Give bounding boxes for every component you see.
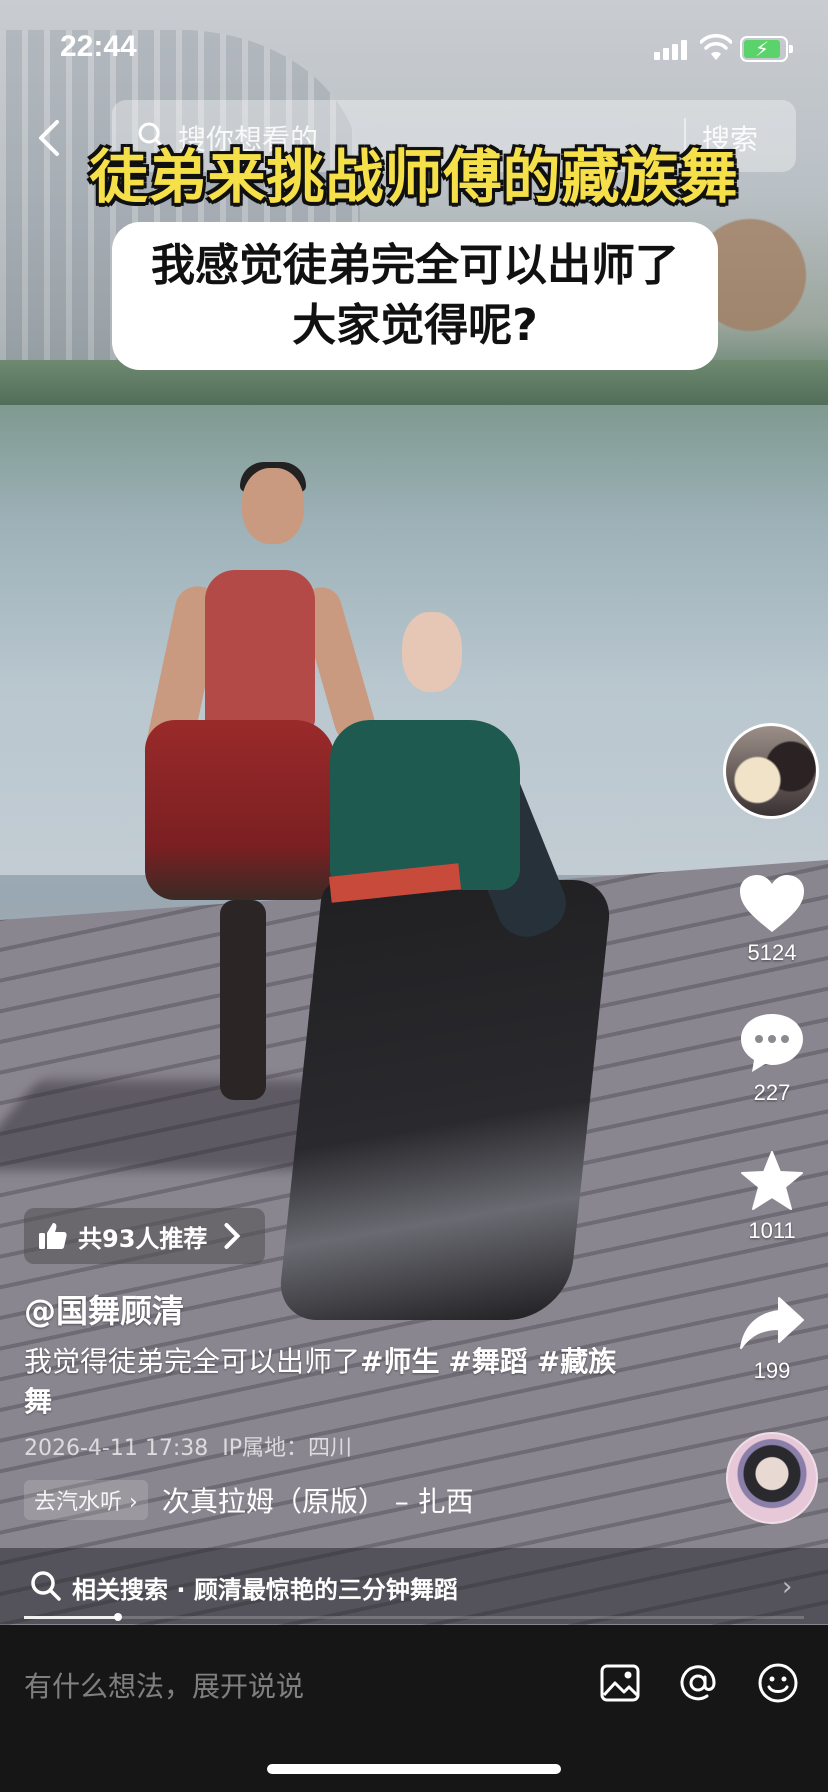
description-text: 我觉得徒弟完全可以出师了 <box>24 1345 361 1378</box>
share-count: 199 <box>753 1358 791 1383</box>
favorite-button[interactable]: 1011 <box>724 1150 820 1244</box>
related-search-bar[interactable]: 相关搜索 · 顾清最惊艳的三分钟舞蹈 › <box>0 1548 828 1624</box>
music-title: 次真拉姆（原版） – 扎西 <box>161 1485 474 1518</box>
video-meta: 2026-4-11 17:38 IP属地：四川 <box>24 1430 352 1462</box>
progress-fill <box>24 1616 118 1619</box>
author-name[interactable]: @国舞顾清 <box>24 1286 184 1332</box>
hashtag[interactable]: #舞蹈 <box>448 1345 527 1378</box>
music-disc[interactable] <box>726 1432 818 1524</box>
comment-icon <box>741 1014 803 1072</box>
heart-icon <box>740 875 804 932</box>
progress-knob[interactable] <box>113 1613 122 1621</box>
related-search-label: 相关搜索 <box>72 1576 168 1604</box>
share-button[interactable]: 199 <box>724 1296 820 1384</box>
video-description[interactable]: 我觉得徒弟完全可以出师了#师生 #舞蹈 #藏族舞 <box>24 1342 644 1422</box>
thumbs-up-icon <box>39 1223 67 1249</box>
related-search-query: · 顾清最惊艳的三分钟舞蹈 <box>176 1576 458 1604</box>
caption-line: 大家觉得呢? <box>292 300 538 351</box>
female-dancer-skirt <box>276 880 614 1320</box>
caption-line: 我感觉徒弟完全可以出师了 <box>151 240 679 291</box>
search-icon <box>31 1571 61 1601</box>
hashtag[interactable]: #师生 <box>360 1345 439 1378</box>
comment-button[interactable]: 227 <box>724 1012 820 1106</box>
related-search-text: 相关搜索 · 顾清最惊艳的三分钟舞蹈 <box>72 1570 458 1605</box>
music-row[interactable]: 去汽水听 › 次真拉姆（原版） – 扎西 <box>24 1480 474 1520</box>
status-bar: 22:44 ⚡ <box>0 0 828 96</box>
video-caption-bubble: 我感觉徒弟完全可以出师了 大家觉得呢? <box>112 222 718 370</box>
at-icon[interactable] <box>676 1661 720 1705</box>
like-button[interactable]: 5124 <box>724 874 820 966</box>
like-count: 5124 <box>747 940 797 965</box>
signal-icon <box>654 38 690 60</box>
playback-progress[interactable] <box>24 1613 804 1621</box>
image-icon[interactable] <box>598 1661 642 1705</box>
battery-icon: ⚡ <box>740 36 793 62</box>
publish-time: 2026-4-11 17:38 <box>24 1436 209 1461</box>
male-dancer-torso <box>205 570 315 730</box>
male-dancer-head <box>242 468 304 544</box>
male-dancer-skirt <box>145 720 335 900</box>
female-dancer-top <box>330 720 520 890</box>
comment-input[interactable]: 有什么想法，展开说说 <box>24 1665 304 1705</box>
home-indicator <box>267 1764 561 1774</box>
ip-location: IP属地：四川 <box>222 1436 353 1461</box>
female-dancer-head <box>402 612 462 692</box>
music-source-button[interactable]: 去汽水听 › <box>24 1480 148 1520</box>
author-avatar[interactable] <box>723 723 819 819</box>
wifi-icon <box>700 34 732 60</box>
emoji-icon[interactable] <box>756 1661 800 1705</box>
recommend-label: 共93人推荐 <box>78 1224 208 1253</box>
chevron-right-icon <box>224 1223 241 1249</box>
music-source-label: 去汽水听 <box>34 1490 123 1515</box>
status-time: 22:44 <box>60 30 137 63</box>
video-title-overlay: 徒弟来挑战师傅的藏族舞 <box>89 143 739 211</box>
favorite-count: 1011 <box>748 1218 796 1243</box>
male-dancer-leg <box>220 900 266 1100</box>
chevron-right-icon: › <box>782 1572 793 1602</box>
comment-count: 227 <box>753 1080 791 1105</box>
star-icon <box>741 1151 803 1210</box>
share-icon <box>740 1297 804 1349</box>
recommend-pill[interactable]: 共93人推荐 <box>24 1208 266 1264</box>
